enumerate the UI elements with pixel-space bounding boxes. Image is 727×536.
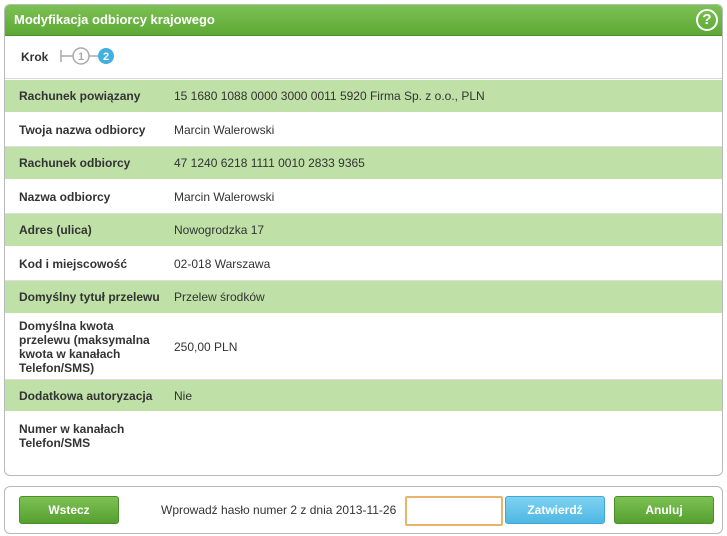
row-label: Kod i miejscowość bbox=[19, 257, 128, 271]
panel-title: Modyfikacja odbiorcy krajowego bbox=[14, 12, 215, 27]
details-table: Rachunek powiązany 15 1680 1088 0000 300… bbox=[5, 80, 722, 459]
action-bar: Wstecz Wprowadź hasło numer 2 z dnia 201… bbox=[4, 486, 723, 534]
row-label: Dodatkowa autoryzacja bbox=[19, 388, 153, 403]
row-default-amount: Domyślna kwota przelewu (maksymalna kwot… bbox=[5, 315, 722, 380]
row-label: Domyślny tytuł przelewu bbox=[19, 290, 160, 304]
step-1-number: 1 bbox=[78, 51, 84, 63]
row-value: Nie bbox=[174, 388, 193, 403]
row-value: Marcin Walerowski bbox=[174, 123, 275, 137]
password-input[interactable] bbox=[405, 496, 503, 526]
row-value: Marcin Walerowski bbox=[174, 190, 275, 204]
row-postal-city: Kod i miejscowość 02-018 Warszawa bbox=[5, 248, 722, 281]
row-value: 250,00 PLN bbox=[174, 340, 238, 354]
row-label: Nazwa odbiorcy bbox=[19, 190, 111, 204]
step-progress-icon: 1 2 bbox=[60, 47, 114, 65]
row-label: Adres (ulica) bbox=[19, 223, 92, 237]
row-default-title: Domyślny tytuł przelewu Przelew środków bbox=[5, 281, 722, 315]
panel-titlebar: Modyfikacja odbiorcy krajowego ? bbox=[5, 5, 722, 36]
row-label: Twoja nazwa odbiorcy bbox=[19, 123, 146, 137]
row-additional-authorization: Dodatkowa autoryzacja Nie bbox=[5, 380, 722, 413]
recipient-panel: Modyfikacja odbiorcy krajowego ? Krok 1 … bbox=[4, 4, 723, 476]
row-label: Numer w kanałach Telefon/SMS bbox=[19, 422, 125, 450]
row-linked-account: Rachunek powiązany 15 1680 1088 0000 300… bbox=[5, 80, 722, 114]
row-value: 02-018 Warszawa bbox=[174, 257, 271, 271]
row-recipient-name: Nazwa odbiorcy Marcin Walerowski bbox=[5, 181, 722, 214]
row-street-address: Adres (ulica) Nowogrodzka 17 bbox=[5, 214, 722, 248]
row-label: Rachunek powiązany bbox=[19, 89, 141, 103]
confirm-button[interactable]: Zatwierdź bbox=[505, 496, 605, 524]
step-indicator: Krok 1 2 bbox=[5, 36, 722, 79]
row-value: 47 1240 6218 1111 0010 2833 9365 bbox=[174, 156, 365, 170]
row-recipient-account: Rachunek odbiorcy 47 1240 6218 1111 0010… bbox=[5, 147, 722, 181]
row-your-recipient-name: Twoja nazwa odbiorcy Marcin Walerowski bbox=[5, 114, 722, 147]
help-icon[interactable]: ? bbox=[696, 9, 718, 31]
step-label: Krok bbox=[21, 50, 49, 64]
row-value: Przelew środków bbox=[174, 290, 265, 304]
step-2-number: 2 bbox=[103, 51, 109, 63]
row-value: Nowogrodzka 17 bbox=[174, 223, 265, 237]
back-button[interactable]: Wstecz bbox=[19, 496, 119, 524]
cancel-button[interactable]: Anuluj bbox=[614, 496, 714, 524]
password-prompt: Wprowadź hasło numer 2 z dnia 2013-11-26 bbox=[161, 503, 397, 517]
row-phone-sms-number: Numer w kanałach Telefon/SMS bbox=[5, 413, 722, 459]
row-value: 15 1680 1088 0000 3000 0011 5920 Firma S… bbox=[174, 89, 485, 103]
row-label: Rachunek odbiorcy bbox=[19, 156, 131, 170]
row-label: Domyślna kwota przelewu (maksymalna kwot… bbox=[19, 319, 150, 375]
